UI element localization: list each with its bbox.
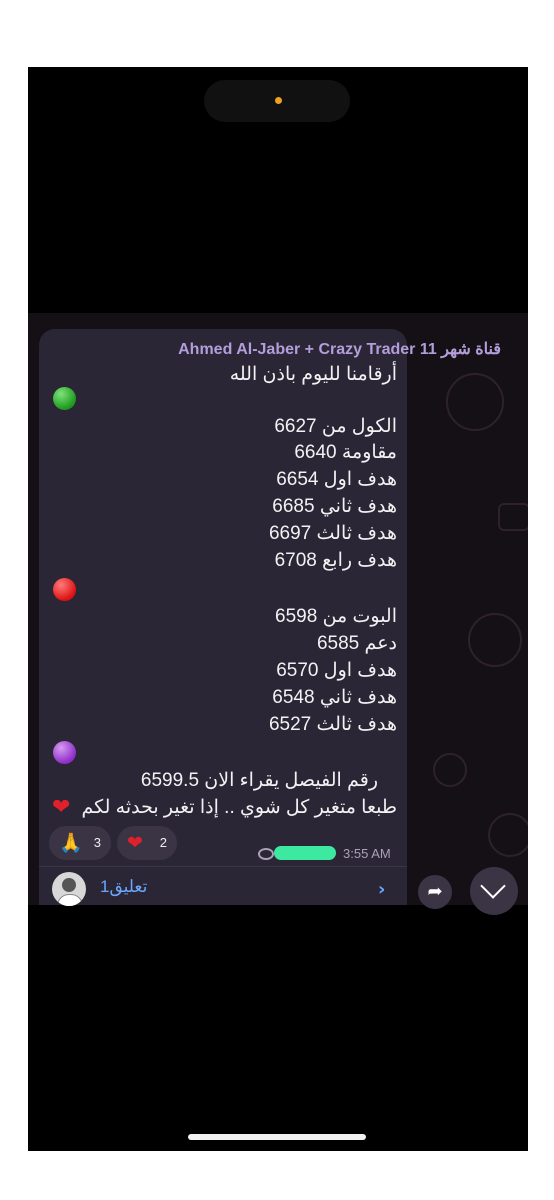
message-line: دعم 6585 [316,633,397,654]
message-time: 3:55 AM [343,846,391,861]
message-line: رقم الفيصل يقراء الان 6599.5 [140,770,378,791]
message-line: أرقامنا لليوم باذن الله [229,364,397,385]
chevron-down-icon [480,873,506,899]
red-circle-icon [53,578,76,601]
doodle-pizza-icon [468,613,522,667]
message-line: هدف ثالث 6697 [268,523,397,544]
doodle-globe-icon [446,373,504,431]
message-line: هدف ثاني 6548 [272,687,397,708]
views-eye-icon [258,848,274,860]
share-icon[interactable]: ➦ [418,875,452,909]
doodle-box-icon [498,503,528,531]
dynamic-island [204,80,350,122]
message-line: هدف اول 6654 [276,469,397,490]
message-line: هدف اول 6570 [276,660,397,681]
chevron-right-icon[interactable]: › [378,879,385,900]
message-line: الكول من 6627 [274,416,397,437]
message-line: هدف رابع 6708 [274,550,397,571]
reaction-pray[interactable]: 🙏 3 [49,826,111,860]
doodle-sun-icon [488,813,528,857]
message-line: طبعا متغير كل شوي .. إذا تغير بحدثه لكم [81,797,397,818]
home-indicator[interactable] [188,1134,366,1140]
redacted-views [274,846,336,860]
phone-frame: Ahmed Al-Jaber + Crazy Trader 11 قناة شه… [28,67,528,1151]
scroll-down-button[interactable] [470,867,518,915]
message-line: هدف ثالث 6527 [268,714,397,735]
divider [39,866,407,867]
reaction-count: 3 [93,835,101,850]
red-heart-icon: ❤ [52,795,71,820]
green-circle-icon [53,387,76,410]
reaction-heart[interactable]: ❤ 2 [117,826,177,860]
purple-circle-icon [53,741,76,764]
message-sender[interactable]: Ahmed Al-Jaber + Crazy Trader 11 قناة شه… [178,339,501,359]
folded-hands-icon: 🙏 [59,832,83,854]
message-line: البوت من 6598 [275,606,397,627]
reaction-count: 2 [159,835,167,850]
commenter-avatar [52,872,86,906]
message-line: مقاومة 6640 [294,442,397,463]
camera-indicator-dot [275,97,282,104]
heart-icon: ❤ [127,832,143,854]
comments-link[interactable]: 1تعليق [100,877,147,897]
doodle-ball-icon [433,753,467,787]
message-line: هدف ثاني 6685 [272,496,397,517]
